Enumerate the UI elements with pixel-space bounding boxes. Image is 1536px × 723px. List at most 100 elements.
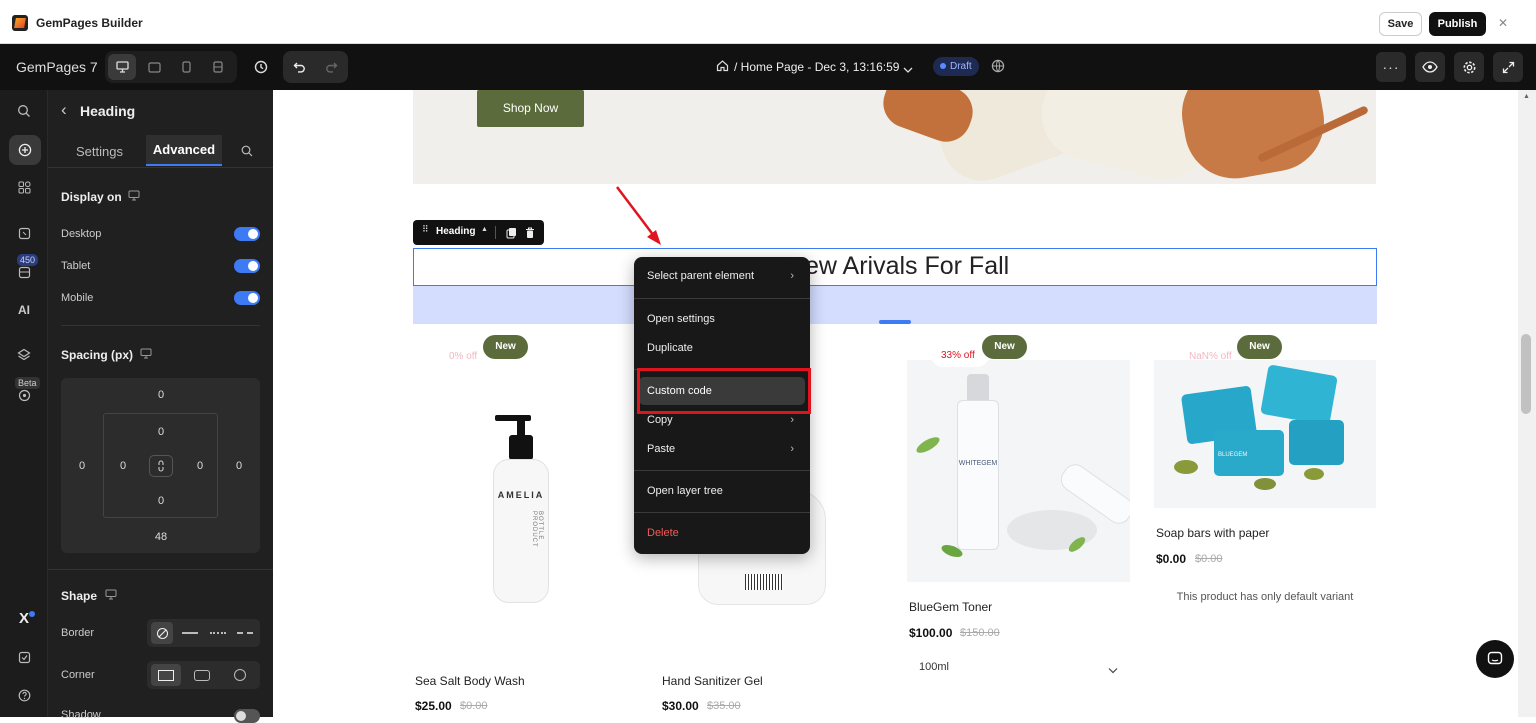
discount-label: NaN% off xyxy=(1189,351,1232,362)
chevron-down-icon[interactable] xyxy=(1108,661,1118,679)
analytics-icon[interactable] xyxy=(0,389,48,405)
border-none-icon[interactable] xyxy=(151,622,173,644)
chevron-right-icon: › xyxy=(790,414,794,426)
discount-label: 33% off xyxy=(941,350,975,361)
preview-eye-icon[interactable] xyxy=(1415,52,1445,82)
shape-monitor-icon xyxy=(105,589,117,603)
add-element-icon[interactable] xyxy=(9,135,41,165)
publish-button[interactable]: Publish xyxy=(1429,12,1486,36)
padding-bottom-value[interactable]: 0 xyxy=(151,495,171,507)
settings-gear-icon[interactable] xyxy=(1454,52,1484,82)
chevron-right-icon: › xyxy=(790,270,794,282)
drag-handle-icon[interactable]: ⠿ xyxy=(422,225,429,234)
link-spacing-icon[interactable] xyxy=(149,455,173,477)
gempages-logo-icon xyxy=(12,15,28,31)
product-name[interactable]: BlueGem Toner xyxy=(909,600,992,614)
tab-advanced-label: Advanced xyxy=(152,142,216,157)
sections-icon[interactable] xyxy=(0,181,48,197)
product-name[interactable]: Hand Sanitizer Gel xyxy=(662,674,763,688)
expand-icon[interactable] xyxy=(1493,52,1523,82)
desktop-toggle[interactable] xyxy=(234,227,260,241)
back-button[interactable]: ‹ xyxy=(61,100,67,120)
desktop-view-icon[interactable] xyxy=(108,54,136,80)
menu-label: Open layer tree xyxy=(647,485,723,497)
status-text: Draft xyxy=(950,61,972,72)
heading-text[interactable]: ew Arivals For Fall xyxy=(805,252,1009,281)
tab-advanced[interactable]: Advanced xyxy=(146,135,222,166)
help-icon[interactable] xyxy=(0,689,48,705)
padding-top-value[interactable]: 0 xyxy=(151,426,171,438)
product-name[interactable]: Soap bars with paper xyxy=(1156,526,1269,540)
scroll-thumb[interactable] xyxy=(1521,334,1531,414)
tablet-label: Tablet xyxy=(61,260,91,272)
bottle-subtitle: BOTTLE PRODUCT xyxy=(531,511,543,548)
app-title: GemPages Builder xyxy=(36,16,143,30)
duplicate-icon[interactable] xyxy=(506,226,517,244)
corner-rounded-icon[interactable] xyxy=(194,670,210,681)
pages-icon[interactable] xyxy=(0,227,48,243)
corner-circle-icon[interactable] xyxy=(234,669,246,681)
tab-settings[interactable]: Settings xyxy=(76,144,123,159)
product-price: $25.00 xyxy=(415,699,452,713)
shop-now-button[interactable]: Shop Now xyxy=(477,90,584,127)
mobile-toggle[interactable] xyxy=(234,291,260,305)
page-title[interactable]: / Home Page - Dec 3, 13:16:59 xyxy=(734,60,899,74)
panel-search-icon[interactable] xyxy=(241,145,253,160)
padding-left-value[interactable]: 0 xyxy=(113,460,133,472)
trash-icon[interactable] xyxy=(525,226,535,244)
mobile-view-icon[interactable] xyxy=(173,54,199,80)
canvas-scrollbar[interactable]: ▲ xyxy=(1518,90,1536,717)
margin-bottom-value[interactable]: 48 xyxy=(151,531,171,543)
more-options-icon[interactable]: ··· xyxy=(1376,52,1406,82)
checklist-icon[interactable] xyxy=(0,651,48,667)
border-dashed-icon[interactable] xyxy=(237,632,253,634)
tablet-view-icon[interactable] xyxy=(141,54,167,80)
resize-handle[interactable] xyxy=(879,320,911,324)
compare-price: $35.00 xyxy=(707,700,741,712)
divider xyxy=(61,325,260,326)
compare-price: $0.00 xyxy=(1195,553,1223,565)
divider xyxy=(48,167,273,168)
templates-icon[interactable] xyxy=(0,266,48,282)
variant-value: 100ml xyxy=(919,661,949,673)
knit-clothes-image xyxy=(823,90,1376,184)
margin-right-value[interactable]: 0 xyxy=(229,460,249,472)
margin-left-value[interactable]: 0 xyxy=(72,460,92,472)
menu-select-parent[interactable]: Select parent element › xyxy=(634,262,810,290)
menu-duplicate[interactable]: Duplicate xyxy=(634,334,810,362)
desktop-label: Desktop xyxy=(61,228,102,240)
chevron-down-icon[interactable] xyxy=(903,61,913,79)
search-icon[interactable] xyxy=(0,104,48,121)
panel-title: Heading xyxy=(80,103,136,119)
fullwidth-view-icon[interactable] xyxy=(205,54,231,80)
heading-toolbar-label[interactable]: Heading xyxy=(436,226,475,237)
layers-icon[interactable] xyxy=(0,348,48,364)
history-icon[interactable] xyxy=(248,54,274,80)
save-button[interactable]: Save xyxy=(1379,12,1422,36)
caret-up-icon[interactable]: ▲ xyxy=(481,226,488,233)
toner-brand: WHITEGEM xyxy=(958,460,998,467)
chat-button[interactable] xyxy=(1476,640,1514,678)
tablet-toggle[interactable] xyxy=(234,259,260,273)
menu-copy[interactable]: Copy › xyxy=(634,406,810,434)
close-icon[interactable]: ✕ xyxy=(1498,16,1508,30)
spacing-monitor-icon xyxy=(140,348,152,362)
menu-divider xyxy=(634,512,810,513)
scroll-up-arrow[interactable]: ▲ xyxy=(1523,93,1530,100)
ai-icon[interactable]: AI xyxy=(0,303,48,317)
menu-open-settings[interactable]: Open settings xyxy=(634,305,810,333)
product-name[interactable]: Sea Salt Body Wash xyxy=(415,674,525,688)
redo-icon[interactable] xyxy=(318,54,344,80)
menu-open-layer-tree[interactable]: Open layer tree xyxy=(634,477,810,505)
padding-right-value[interactable]: 0 xyxy=(190,460,210,472)
menu-paste[interactable]: Paste › xyxy=(634,435,810,463)
undo-icon[interactable] xyxy=(286,54,312,80)
x-brand-icon[interactable]: X xyxy=(0,610,48,627)
globe-icon[interactable] xyxy=(991,59,1005,78)
corner-square-icon[interactable] xyxy=(151,664,181,686)
shadow-toggle[interactable] xyxy=(234,709,260,723)
border-dotted-icon[interactable] xyxy=(210,632,226,634)
menu-delete[interactable]: Delete xyxy=(634,519,810,547)
border-solid-icon[interactable] xyxy=(182,632,198,634)
margin-top-value[interactable]: 0 xyxy=(151,389,171,401)
